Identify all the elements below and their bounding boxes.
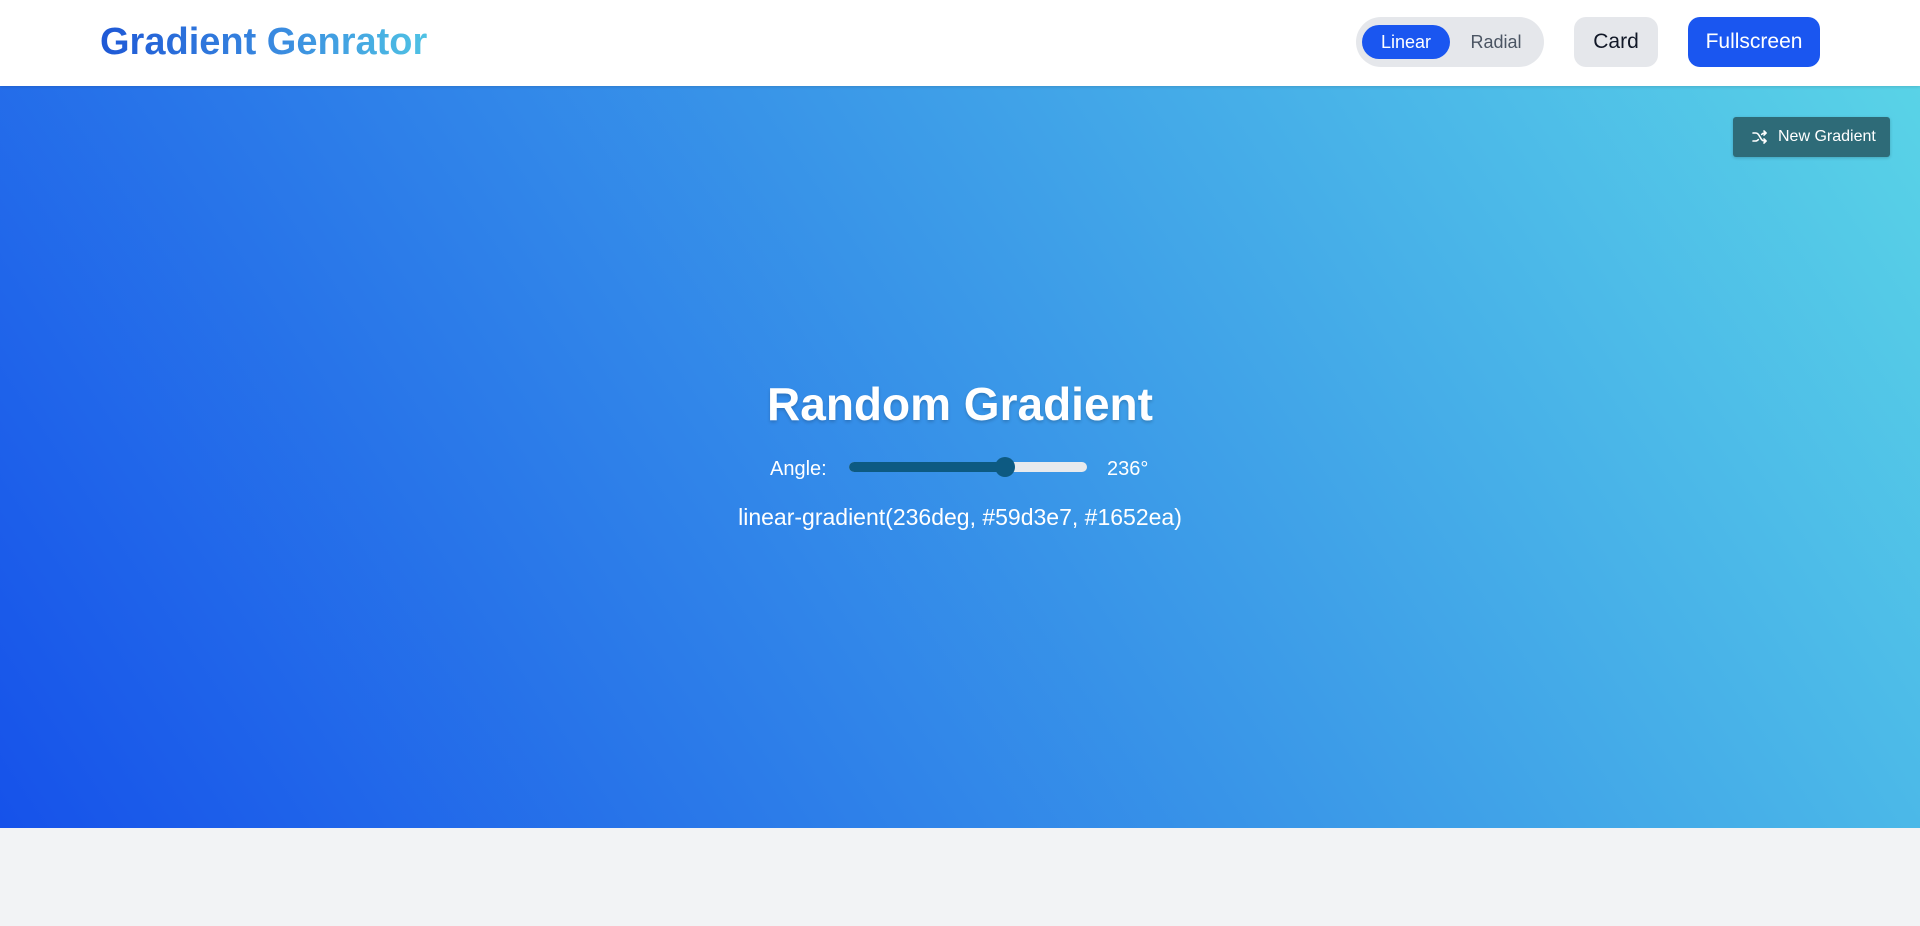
gradient-preview: New Gradient Random Gradient Angle: 236°…	[0, 86, 1920, 828]
mode-toggle: Linear Radial	[1356, 17, 1544, 67]
new-gradient-label: New Gradient	[1778, 128, 1876, 145]
angle-slider-thumb[interactable]	[995, 457, 1016, 477]
mode-radial-button[interactable]: Radial	[1456, 25, 1536, 59]
gradient-css-output: linear-gradient(236deg, #59d3e7, #1652ea…	[738, 504, 1182, 530]
angle-label: Angle:	[770, 458, 827, 480]
mode-linear-button[interactable]: Linear	[1362, 25, 1450, 59]
shuffle-icon	[1752, 130, 1767, 144]
logo: Gradient Genrator	[100, 21, 428, 63]
angle-slider-fill	[849, 462, 1006, 472]
fullscreen-button[interactable]: Fullscreen	[1688, 17, 1820, 67]
card-button[interactable]: Card	[1574, 17, 1658, 67]
angle-value: 236°	[1107, 458, 1149, 480]
new-gradient-button[interactable]: New Gradient	[1733, 117, 1890, 157]
angle-slider[interactable]	[849, 457, 1087, 477]
page-title: Random Gradient	[767, 378, 1153, 430]
header: Gradient Genrator Linear Radial Card Ful…	[0, 0, 1920, 86]
